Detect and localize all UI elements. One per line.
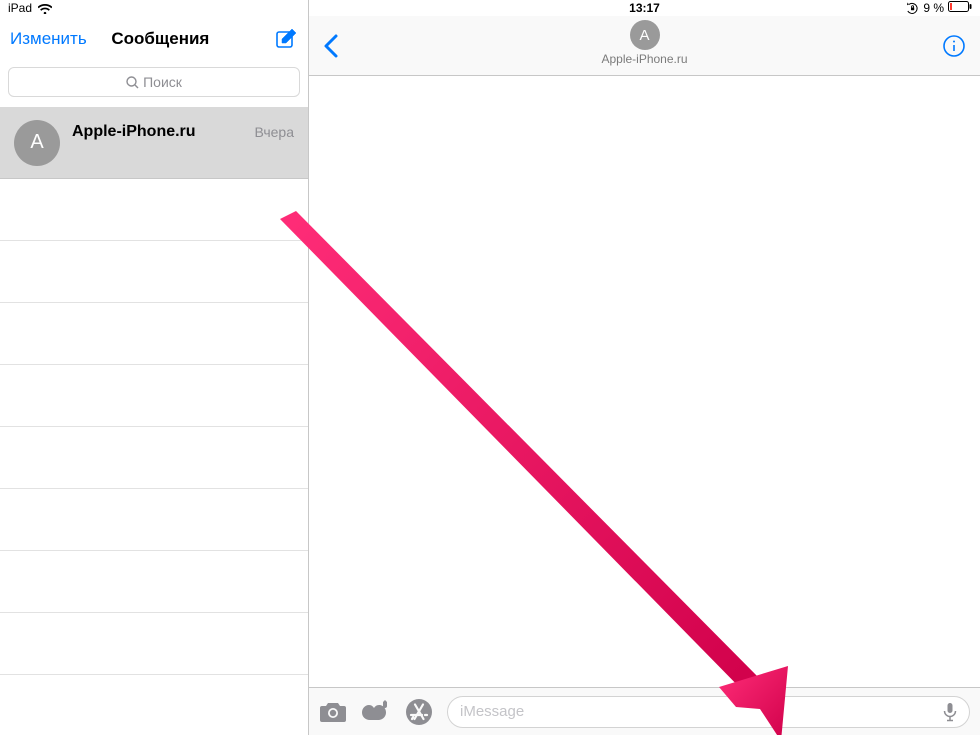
avatar: A (14, 120, 60, 166)
digital-touch-button[interactable] (361, 700, 391, 724)
status-time: 13:17 (629, 1, 660, 15)
chat-header-title: A Apple-iPhone.ru (309, 20, 980, 66)
chat-body (309, 76, 980, 687)
compose-button[interactable] (274, 27, 298, 51)
list-separator (0, 551, 308, 613)
battery-text: 9 % (923, 1, 944, 15)
conversation-name: Apple-iPhone.ru (72, 123, 196, 141)
list-separator (0, 427, 308, 489)
orientation-lock-icon (906, 2, 919, 15)
list-separator (0, 303, 308, 365)
wifi-icon (38, 1, 52, 15)
list-separator (0, 613, 308, 675)
search-icon (126, 76, 139, 89)
chat-header: A Apple-iPhone.ru (309, 16, 980, 76)
sidebar-title: Сообщения (47, 29, 274, 49)
sidebar-header: Изменить Сообщения (0, 16, 308, 61)
search-container: Поиск (0, 61, 308, 107)
list-separator (0, 241, 308, 303)
conversation-time: Вчера (254, 124, 294, 140)
list-separator (0, 365, 308, 427)
search-placeholder: Поиск (143, 74, 182, 90)
avatar: A (630, 20, 660, 50)
message-placeholder: iMessage (460, 703, 524, 720)
conversation-list: A Apple-iPhone.ru Вчера (0, 107, 308, 735)
list-separator (0, 489, 308, 551)
back-button[interactable] (323, 33, 339, 59)
status-bar-left: iPad (0, 0, 308, 16)
message-input-bar: iMessage (309, 687, 980, 735)
conversation-row[interactable]: A Apple-iPhone.ru Вчера (0, 107, 308, 179)
device-name: iPad (8, 1, 32, 15)
camera-button[interactable] (319, 700, 347, 724)
list-separator (0, 179, 308, 241)
search-input[interactable]: Поиск (8, 67, 300, 97)
annotation-arrow (264, 211, 824, 735)
battery-icon (948, 1, 972, 15)
info-button[interactable] (942, 34, 966, 58)
microphone-button[interactable] (943, 702, 957, 722)
chat-contact-name: Apple-iPhone.ru (309, 52, 980, 66)
app-store-button[interactable] (405, 698, 433, 726)
message-input[interactable]: iMessage (447, 696, 970, 728)
sidebar: iPad Изменить Сообщения Поиск A (0, 0, 309, 735)
main-pane: 13:17 9 % (309, 0, 980, 735)
